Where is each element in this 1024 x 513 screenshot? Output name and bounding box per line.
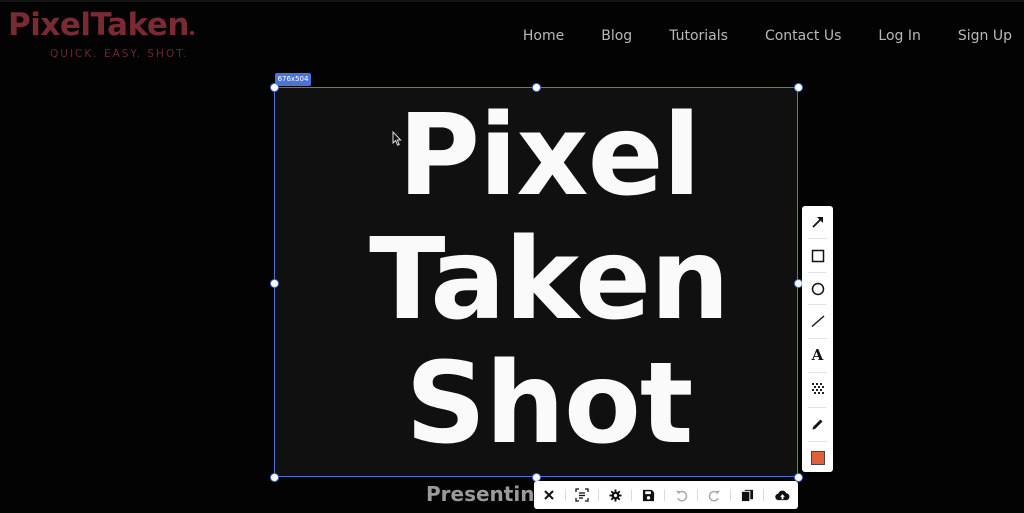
toolbar-separator <box>808 338 827 339</box>
action-toolbar <box>534 481 798 509</box>
redo-button[interactable] <box>700 481 728 509</box>
text-icon: A <box>811 346 824 364</box>
blur-tool[interactable] <box>802 374 833 404</box>
mouse-cursor-icon <box>392 131 402 146</box>
undo-button[interactable] <box>667 481 695 509</box>
logo-dot <box>189 31 194 35</box>
nav-sign-up[interactable]: Sign Up <box>958 28 1012 44</box>
blur-icon <box>811 383 824 394</box>
capture-selection[interactable]: Pixel Taken Shot <box>274 87 798 477</box>
nav-home[interactable]: Home <box>523 28 564 44</box>
hero-line-2: Taken <box>369 215 730 345</box>
nav-tutorials[interactable]: Tutorials <box>669 28 728 44</box>
logo-text: PixelTaken <box>8 7 189 43</box>
undo-icon <box>675 490 687 501</box>
ellipse-tool[interactable] <box>802 274 833 304</box>
toolbar-separator <box>808 372 827 373</box>
rectangle-icon <box>811 249 824 263</box>
resize-handle-top-left[interactable] <box>269 82 279 92</box>
nav-contact-us[interactable]: Contact Us <box>765 28 841 44</box>
text-tool[interactable]: A <box>802 340 833 370</box>
arrow-tool[interactable] <box>802 207 833 237</box>
toolbar-separator <box>664 489 665 501</box>
ocr-icon <box>575 488 589 502</box>
toolbar-separator <box>730 489 731 501</box>
save-button[interactable] <box>634 481 662 509</box>
toolbar-separator <box>631 489 632 501</box>
hero-heading: Pixel Taken Shot <box>275 91 797 469</box>
resize-handle-bottom-left[interactable] <box>269 472 279 482</box>
nav-blog[interactable]: Blog <box>601 28 632 44</box>
resize-handle-top-right[interactable] <box>793 82 803 92</box>
toolbar-separator <box>808 407 827 408</box>
site-logo[interactable]: PixelTaken QUICK. EASY. SHOT. <box>8 6 194 60</box>
toolbar-separator <box>808 272 827 273</box>
selection-size-label: 676x504 <box>275 73 311 86</box>
annotation-toolbar: A <box>802 206 833 472</box>
line-tool[interactable] <box>802 306 833 336</box>
resize-handle-left[interactable] <box>269 278 279 288</box>
save-icon <box>642 489 654 501</box>
hero-line-3: Shot <box>405 339 694 469</box>
hero-line-1: Pixel <box>397 91 701 221</box>
settings-icon <box>608 488 622 502</box>
upload-cloud-icon <box>774 490 789 500</box>
logo-tagline: QUICK. EASY. SHOT. <box>50 48 189 60</box>
pencil-icon <box>812 419 822 430</box>
rectangle-tool[interactable] <box>802 241 833 271</box>
line-icon <box>811 315 824 328</box>
toolbar-separator <box>808 441 827 442</box>
color-swatch-icon <box>810 451 825 465</box>
presenting-text: Presenting <box>426 483 536 506</box>
close-icon <box>544 490 554 500</box>
toolbar-separator <box>598 489 599 501</box>
close-button[interactable] <box>535 481 563 509</box>
copy-button[interactable] <box>733 481 761 509</box>
toolbar-separator <box>697 489 698 501</box>
arrow-icon <box>811 217 823 228</box>
toolbar-separator <box>808 238 827 239</box>
pencil-tool[interactable] <box>802 409 833 439</box>
color-picker-tool[interactable] <box>802 443 833 473</box>
nav-log-in[interactable]: Log In <box>878 28 920 44</box>
settings-button[interactable] <box>601 481 629 509</box>
toolbar-separator <box>565 489 566 501</box>
upload-button[interactable] <box>768 481 796 509</box>
toolbar-separator <box>763 489 764 501</box>
top-divider <box>0 0 1024 2</box>
toolbar-separator <box>808 304 827 305</box>
ellipse-icon <box>811 282 824 296</box>
resize-handle-top[interactable] <box>531 82 541 92</box>
ocr-button[interactable] <box>568 481 596 509</box>
redo-icon <box>708 490 720 501</box>
main-nav: Home Blog Tutorials Contact Us Log In Si… <box>486 28 1012 44</box>
copy-icon <box>741 489 753 501</box>
